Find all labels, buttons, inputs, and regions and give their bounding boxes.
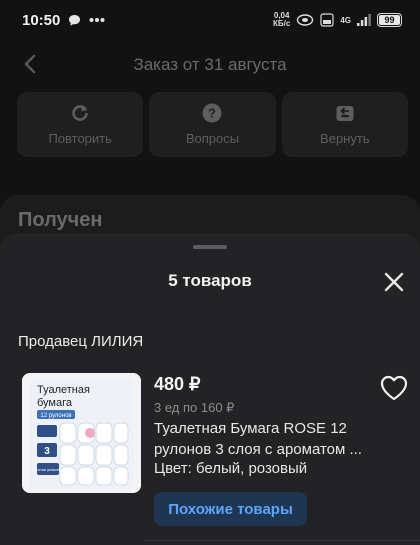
image-text-line1: Туалетная (37, 384, 90, 396)
similar-products-button[interactable]: Похожие товары (154, 492, 307, 526)
product-image[interactable]: Туалетная бумага 12 рулонов 3 Сочная упа… (22, 373, 141, 493)
image-badge: 12 рулонов (40, 413, 71, 419)
network-speed: 0,04 КБ/с (273, 11, 291, 28)
product-price: 480 ₽ (154, 374, 201, 394)
toilet-paper-pack-image: Туалетная бумага 12 рулонов 3 Сочная упа… (22, 373, 141, 493)
repeat-order-label: Повторить (48, 131, 112, 146)
order-actions: Повторить ? Вопросы Вернуть (0, 92, 420, 157)
chat-icon (69, 14, 81, 26)
divider (145, 540, 420, 541)
question-icon: ? (202, 103, 222, 123)
sheet-drag-handle[interactable] (193, 245, 227, 249)
page-title: Заказ от 31 августа (133, 55, 287, 74)
back-arrow-icon[interactable] (20, 52, 40, 76)
product-name[interactable]: Туалетная Бумага ROSE 12 рулонов 3 слоя … (154, 418, 378, 460)
header: Заказ от 31 августа (0, 40, 420, 90)
seller-name: Продавец ЛИЛИЯ (18, 333, 144, 350)
refresh-icon (72, 105, 88, 121)
volte-icon (320, 13, 334, 27)
questions-label: Вопросы (185, 131, 240, 146)
status-time: 10:50 (22, 11, 61, 29)
repeat-order-button[interactable]: Повторить (17, 92, 144, 157)
items-bottom-sheet: 5 товаров Продавец ЛИЛИЯ Туалетная бумаг… (0, 233, 420, 545)
status-bar: 10:50 0,04 КБ/с 4G 99 (0, 0, 420, 40)
battery-indicator: 99 (377, 13, 402, 27)
hotspot-icon (297, 14, 314, 26)
network-type: 4G (340, 15, 351, 25)
image-layers: 3 (44, 446, 50, 457)
unit-price: 3 ед по 160 ₽ (154, 400, 235, 415)
image-text-line2: бумага (37, 397, 73, 409)
close-icon[interactable] (380, 268, 408, 296)
return-icon (336, 106, 354, 121)
product-color: Цвет: белый, розовый (154, 460, 308, 477)
return-button[interactable]: Вернуть (281, 92, 408, 157)
sheet-title: 5 товаров (168, 271, 252, 290)
svg-text:?: ? (209, 106, 217, 121)
order-status: Получен (18, 209, 103, 231)
signal-icon (357, 14, 371, 26)
image-tag: Сочная упаковка (32, 467, 64, 472)
return-label: Вернуть (320, 131, 370, 146)
questions-button[interactable]: ? Вопросы (149, 92, 276, 157)
heart-icon[interactable] (380, 375, 408, 401)
more-dots-icon (89, 18, 105, 22)
